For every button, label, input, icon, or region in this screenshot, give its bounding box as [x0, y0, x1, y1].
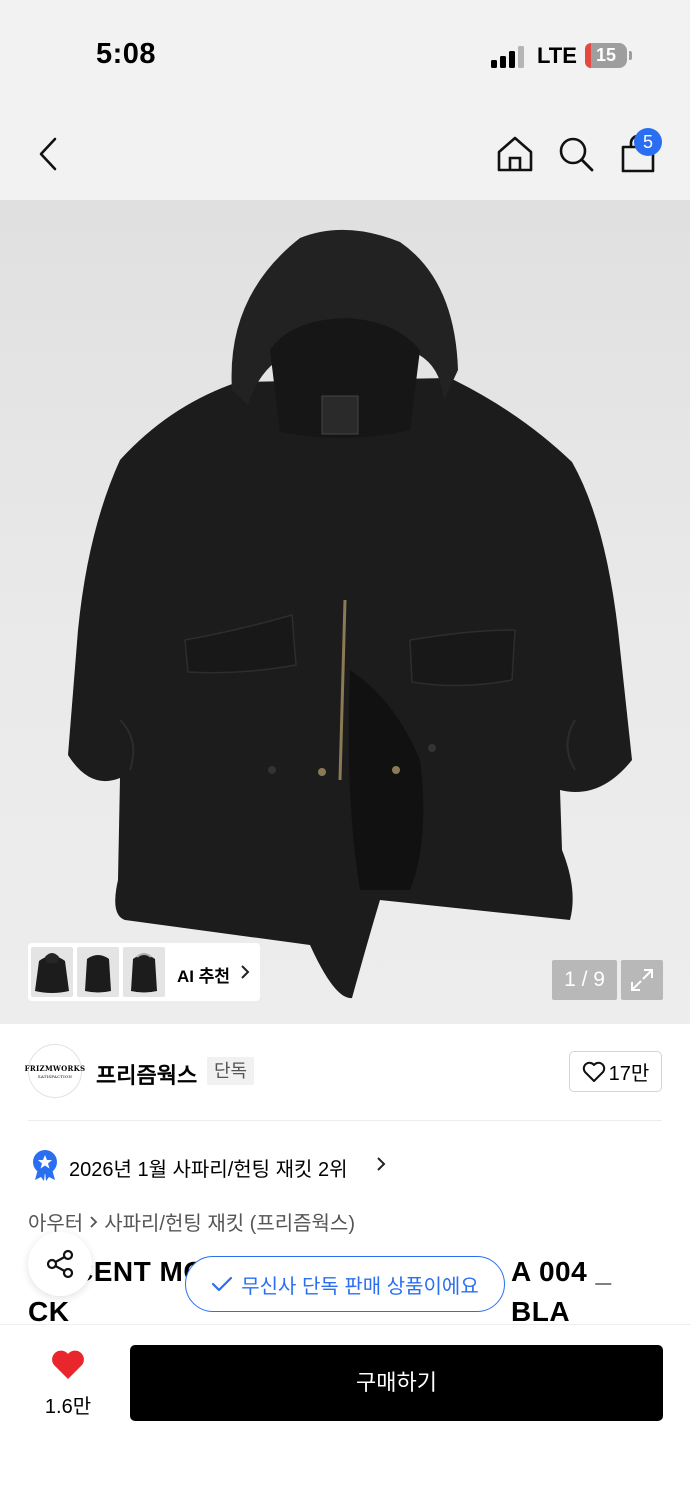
breadcrumb: 아우터 사파리/헌팅 재킷 (프리즘웍스) [28, 1207, 355, 1236]
back-button[interactable] [22, 128, 74, 180]
nav-bar [0, 110, 690, 200]
chevron-right-icon [90, 1215, 98, 1228]
ranking-link[interactable]: 2026년 1월 사파리/헌팅 재킷 2위 [69, 1153, 348, 1182]
product-image[interactable] [0, 200, 690, 1024]
brand-logo[interactable]: FRIZMWORKS SATISFACTION [25, 1044, 85, 1098]
chevron-right-icon [241, 965, 250, 979]
share-button[interactable] [28, 1232, 92, 1296]
brand-like-count: 17만 [608, 1063, 650, 1085]
status-time: 5:08 [96, 38, 157, 70]
brand-like-button[interactable]: 17만 [569, 1051, 662, 1092]
wish-count: 1.6만 [44, 1396, 92, 1418]
buy-button[interactable]: 구매하기 [130, 1345, 663, 1421]
ai-recommend-label: AI 추천 [177, 967, 231, 986]
exclusive-toast: 무신사 단독 판매 상품이에요 [185, 1256, 505, 1312]
signal-icon [491, 46, 525, 68]
battery-level [585, 43, 592, 68]
share-icon [46, 1249, 74, 1279]
ranking-badge-icon [33, 1150, 57, 1181]
parka-image [68, 229, 632, 999]
back-icon [39, 137, 57, 171]
ai-thumbnail [31, 947, 73, 997]
product-title-end: A 004 _ BLA [511, 1256, 612, 1327]
search-icon [559, 137, 594, 172]
breadcrumb-subcategory[interactable]: 사파리/헌팅 재킷 (프리즘웍스) [104, 1207, 355, 1236]
exclusive-tag: 단독 [207, 1057, 255, 1085]
chevron-right-icon [377, 1157, 386, 1171]
home-button[interactable] [489, 128, 541, 180]
heart-outline-icon [582, 1061, 605, 1082]
ai-thumbnail [123, 947, 165, 997]
search-button[interactable] [550, 128, 602, 180]
divider [28, 1120, 662, 1121]
status-bar: 5:08 LTE 15 [0, 0, 690, 110]
battery-percent: 15 [595, 45, 617, 65]
ai-thumbnail [77, 947, 119, 997]
network-label: LTE [537, 43, 577, 68]
expand-image-button[interactable] [621, 960, 663, 1000]
brand-name[interactable]: 프리즘웍스 [96, 1058, 197, 1090]
brand-logo-text: FRIZMWORKS [24, 1063, 86, 1073]
battery-cap [629, 51, 632, 60]
image-page-indicator: 1 / 9 [552, 960, 617, 1000]
brand-logo-subtext: SATISFACTION [37, 1073, 73, 1079]
cart-count-badge: 5 [634, 128, 662, 156]
battery-icon: 15 [585, 43, 627, 68]
home-icon [497, 136, 533, 172]
heart-filled-icon[interactable] [50, 1349, 86, 1381]
expand-icon [631, 969, 653, 991]
checkmark-icon [212, 1276, 233, 1292]
toast-text: 무신사 단독 판매 상품이에요 [241, 1275, 479, 1298]
